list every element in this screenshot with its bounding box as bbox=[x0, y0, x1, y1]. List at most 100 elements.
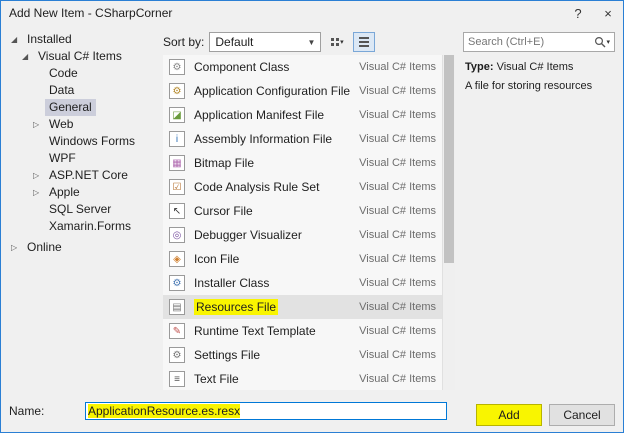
item-category: Visual C# Items bbox=[359, 349, 436, 361]
collapsed-arrow-icon[interactable]: ▷ bbox=[33, 116, 45, 133]
list-item-installer-class[interactable]: ⚙ Installer Class Visual C# Items bbox=[163, 271, 442, 295]
tree-item-label: Code bbox=[49, 66, 78, 80]
dialog-body: ◢ Installed ◢ Visual C# Items Code Data Genera… bbox=[1, 25, 623, 390]
tree-item-data[interactable]: Data bbox=[9, 82, 161, 99]
chevron-down-icon: ▾ bbox=[606, 39, 610, 46]
list-item-resources-file[interactable]: ▤ Resources File Visual C# Items bbox=[163, 295, 442, 319]
list-item-debugger-visualizer[interactable]: ◎ Debugger Visualizer Visual C# Items bbox=[163, 223, 442, 247]
tree-item-label: Online bbox=[27, 240, 62, 254]
list-view-button[interactable] bbox=[353, 32, 376, 52]
close-button[interactable]: × bbox=[593, 3, 623, 23]
add-button[interactable]: Add bbox=[476, 404, 542, 426]
dialog-buttons: Add Cancel bbox=[476, 396, 615, 426]
template-list-wrap: ⚙ Component Class Visual C# Items ⚙ Applicat… bbox=[163, 55, 455, 390]
item-name: Assembly Information File bbox=[194, 132, 333, 146]
item-category: Visual C# Items bbox=[359, 61, 436, 73]
item-category: Visual C# Items bbox=[359, 229, 436, 241]
help-button[interactable]: ? bbox=[563, 3, 593, 23]
list-item-application-configuration-file[interactable]: ⚙ Application Configuration File Visual C#… bbox=[163, 79, 442, 103]
expanded-arrow-icon[interactable]: ◢ bbox=[11, 31, 23, 48]
resources-file-icon: ▤ bbox=[169, 299, 185, 315]
item-category: Visual C# Items bbox=[359, 325, 436, 337]
item-name: Debugger Visualizer bbox=[194, 228, 302, 242]
sort-dropdown-value: Default bbox=[215, 35, 254, 49]
collapsed-arrow-icon[interactable]: ▷ bbox=[33, 167, 45, 184]
item-category: Visual C# Items bbox=[359, 373, 436, 385]
list-item-assembly-information-file[interactable]: i Assembly Information File Visual C# Item… bbox=[163, 127, 442, 151]
tree-item-visual-c-items[interactable]: ◢ Visual C# Items bbox=[9, 48, 161, 65]
tree-item-label: Windows Forms bbox=[49, 134, 136, 148]
expanded-arrow-icon[interactable]: ◢ bbox=[22, 48, 34, 65]
category-tree: ◢ Installed ◢ Visual C# Items Code Data Genera… bbox=[9, 29, 161, 390]
tree-item-wpf[interactable]: WPF bbox=[9, 150, 161, 167]
list-scrollbar[interactable] bbox=[442, 55, 455, 390]
title-bar: Add New Item - CSharpCorner ? × bbox=[1, 1, 623, 25]
list-item-text-file[interactable]: ≡ Text File Visual C# Items bbox=[163, 367, 442, 390]
details-pane: Search (Ctrl+E) ▾ Type: Visual C# Items … bbox=[463, 29, 615, 390]
item-category: Visual C# Items bbox=[359, 277, 436, 289]
text-file-icon: ≡ bbox=[169, 371, 185, 387]
tree-item-label: Installed bbox=[27, 32, 72, 46]
item-category: Visual C# Items bbox=[359, 181, 436, 193]
tree-item-online[interactable]: ▷ Online bbox=[9, 239, 161, 256]
collapsed-arrow-icon[interactable]: ▷ bbox=[11, 239, 23, 256]
add-new-item-dialog: Add New Item - CSharpCorner ? × ◢ Install… bbox=[0, 0, 624, 433]
chevron-down-icon: ▼ bbox=[307, 37, 316, 47]
tree-item-label: WPF bbox=[49, 151, 76, 165]
window-title: Add New Item - CSharpCorner bbox=[9, 6, 173, 20]
sort-dropdown[interactable]: Default ▼ bbox=[209, 32, 322, 52]
type-value: Visual C# Items bbox=[496, 61, 574, 73]
tree-item-label: General bbox=[45, 99, 96, 116]
list-item-code-analysis-rule-set[interactable]: ☑ Code Analysis Rule Set Visual C# Items bbox=[163, 175, 442, 199]
center-pane: Sort by: Default ▼ ▾ ⚙ Component Class Vis… bbox=[163, 29, 455, 390]
item-name: Component Class bbox=[194, 60, 290, 74]
item-name: Bitmap File bbox=[194, 156, 255, 170]
collapsed-arrow-icon[interactable]: ▷ bbox=[33, 184, 45, 201]
bitmap-file-icon: ▦ bbox=[169, 155, 185, 171]
name-input[interactable]: ApplicationResource.es.resx bbox=[85, 402, 447, 420]
code-analysis-rule-set-icon: ☑ bbox=[169, 179, 185, 195]
bottom-bar: Name: ApplicationResource.es.resx Add Ca… bbox=[1, 390, 623, 432]
cancel-button[interactable]: Cancel bbox=[549, 404, 615, 426]
icon-file-icon: ◈ bbox=[169, 251, 185, 267]
item-name: Application Manifest File bbox=[194, 108, 325, 122]
item-name: Icon File bbox=[194, 252, 240, 266]
type-label: Type: bbox=[465, 61, 494, 73]
item-category: Visual C# Items bbox=[359, 133, 436, 145]
tree-item-label: ASP.NET Core bbox=[49, 168, 128, 182]
tree-item-code[interactable]: Code bbox=[9, 65, 161, 82]
tree-item-asp-net-core[interactable]: ▷ ASP.NET Core bbox=[9, 167, 161, 184]
tree-item-xamarin-forms[interactable]: Xamarin.Forms bbox=[9, 218, 161, 235]
list-item-component-class[interactable]: ⚙ Component Class Visual C# Items bbox=[163, 55, 442, 79]
template-list: ⚙ Component Class Visual C# Items ⚙ Applicat… bbox=[163, 55, 442, 390]
tree-item-web[interactable]: ▷ Web bbox=[9, 116, 161, 133]
item-details: Type: Visual C# Items A file for storing… bbox=[463, 52, 615, 94]
name-label: Name: bbox=[9, 404, 45, 418]
tree-item-general[interactable]: General bbox=[9, 99, 161, 116]
installer-class-icon: ⚙ bbox=[169, 275, 185, 291]
list-item-icon-file[interactable]: ◈ Icon File Visual C# Items bbox=[163, 247, 442, 271]
list-item-application-manifest-file[interactable]: ◪ Application Manifest File Visual C# Item… bbox=[163, 103, 442, 127]
tree-item-installed[interactable]: ◢ Installed bbox=[9, 31, 161, 48]
search-icon bbox=[595, 36, 606, 48]
tree-item-windows-forms[interactable]: Windows Forms bbox=[9, 133, 161, 150]
sort-toolbar: Sort by: Default ▼ ▾ bbox=[163, 29, 455, 55]
tree-item-sql-server[interactable]: SQL Server bbox=[9, 201, 161, 218]
list-item-settings-file[interactable]: ⚙ Settings File Visual C# Items bbox=[163, 343, 442, 367]
list-item-runtime-text-template[interactable]: ✎ Runtime Text Template Visual C# Items bbox=[163, 319, 442, 343]
list-item-cursor-file[interactable]: ↖ Cursor File Visual C# Items bbox=[163, 199, 442, 223]
sort-by-label: Sort by: bbox=[163, 35, 205, 49]
tree-item-label: Apple bbox=[49, 185, 80, 199]
item-category: Visual C# Items bbox=[359, 253, 436, 265]
tree-item-apple[interactable]: ▷ Apple bbox=[9, 184, 161, 201]
tree-item-label: Visual C# Items bbox=[38, 49, 122, 63]
search-placeholder: Search (Ctrl+E) bbox=[468, 36, 545, 48]
name-input-value: ApplicationResource.es.resx bbox=[88, 404, 241, 418]
search-input[interactable]: Search (Ctrl+E) ▾ bbox=[463, 32, 615, 52]
item-name: Runtime Text Template bbox=[194, 324, 316, 338]
scrollbar-thumb[interactable] bbox=[444, 55, 454, 263]
list-item-bitmap-file[interactable]: ▦ Bitmap File Visual C# Items bbox=[163, 151, 442, 175]
small-icons-view-button[interactable]: ▾ bbox=[326, 32, 348, 52]
chevron-down-icon: ▾ bbox=[340, 39, 344, 46]
item-name: Code Analysis Rule Set bbox=[194, 180, 320, 194]
